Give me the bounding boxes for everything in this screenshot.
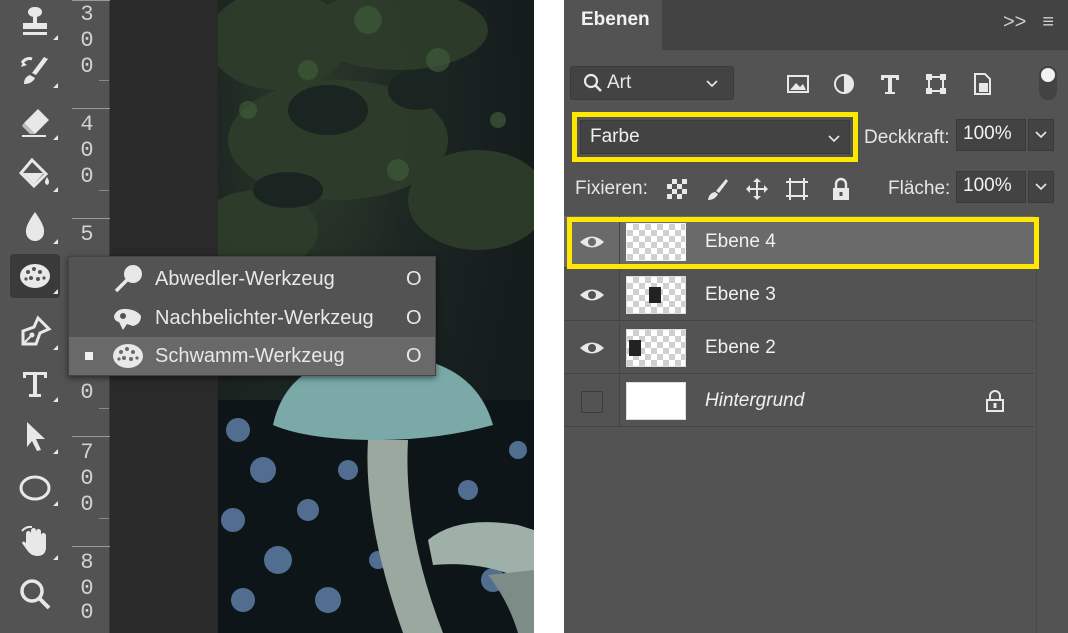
menu-item-shortcut: O (406, 344, 422, 367)
panel-header: Ebenen >> ≡ (564, 0, 1068, 50)
panel-menu-icon[interactable]: ≡ (1042, 11, 1054, 34)
lock-label: Fixieren: (575, 178, 648, 199)
chevron-down-icon (1035, 131, 1047, 139)
lock-icon (986, 390, 1004, 412)
chevron-down-icon (1035, 183, 1047, 191)
menu-item-label: Abwedler-Werkzeug (155, 267, 335, 290)
ruler-label: 8 (80, 550, 94, 575)
layer-name[interactable]: Ebene 2 (705, 337, 776, 359)
menu-item-label: Nachbelichter-Werkzeug (155, 306, 374, 329)
ruler-label: 4 (80, 112, 94, 137)
image-filter-icon[interactable] (786, 72, 810, 96)
chevron-down-icon (706, 80, 718, 88)
layer-name[interactable]: Ebene 3 (705, 284, 776, 306)
opacity-label: Deckkraft: (864, 127, 950, 148)
ruler-label: 5 (80, 222, 94, 247)
path-selection-tool-icon[interactable] (10, 414, 60, 458)
burn-tool-icon (114, 308, 141, 330)
type-tool-icon[interactable] (10, 362, 60, 406)
blend-mode-select[interactable]: Farbe (580, 120, 850, 154)
ruler-label: 0 (80, 54, 94, 79)
filter-toggle[interactable] (1039, 66, 1057, 100)
selected-layer-highlight (567, 217, 1039, 269)
sponge-tool-menu-item[interactable]: Schwamm-Werkzeug O (69, 337, 435, 375)
layer-thumbnail (626, 329, 686, 367)
layer-thumbnail (626, 382, 686, 420)
ruler-label: 0 (80, 576, 94, 601)
menu-item-shortcut: O (406, 267, 422, 290)
history-brush-tool-icon[interactable] (10, 48, 60, 92)
shape-filter-icon[interactable] (924, 72, 948, 96)
sponge-tool-icon[interactable] (10, 254, 60, 298)
lock-pixels-icon[interactable] (704, 176, 730, 202)
opacity-slider-button[interactable] (1028, 119, 1054, 151)
ellipse-tool-icon[interactable] (10, 466, 60, 510)
menu-item-shortcut: O (406, 306, 422, 329)
blur-tool-icon[interactable] (10, 204, 60, 248)
menu-item-label: Schwamm-Werkzeug (155, 344, 345, 367)
eye-icon[interactable] (578, 282, 606, 308)
pen-tool-icon[interactable] (10, 310, 60, 354)
dodge-tool-icon (114, 265, 142, 293)
eye-icon[interactable] (578, 335, 606, 361)
layer-thumbnail (626, 276, 686, 314)
photoshop-window: 3 0 0 4 0 0 5 0 7 0 0 8 0 0 Abwedler-Wer… (0, 0, 1068, 633)
paint-bucket-tool-icon[interactable] (10, 152, 60, 196)
layer-row[interactable]: Ebene 2 (564, 322, 1034, 374)
burn-tool-menu-item[interactable]: Nachbelichter-Werkzeug O (69, 299, 435, 337)
zoom-tool-icon[interactable] (10, 572, 60, 616)
image-gap (534, 0, 564, 633)
blend-mode-highlight: Farbe (572, 112, 858, 162)
fill-label: Fläche: (888, 178, 951, 199)
ruler-label: 0 (80, 380, 94, 405)
chevron-down-icon (828, 135, 840, 143)
visibility-toggle-off[interactable] (581, 391, 603, 413)
ruler-label: 0 (80, 164, 94, 189)
layers-panel: Ebenen >> ≡ Art Farbe Deckkraft: 100% Fi… (564, 0, 1068, 633)
filter-kind-value: Art (607, 72, 632, 93)
hand-tool-icon[interactable] (10, 520, 60, 564)
layer-name[interactable]: Hintergrund (705, 390, 804, 412)
selected-bullet (85, 352, 93, 360)
layer-row[interactable]: Hintergrund (564, 375, 1034, 427)
ruler-label: 7 (80, 440, 94, 465)
toolbar (0, 0, 72, 633)
fill-input[interactable]: 100% (956, 171, 1026, 203)
ruler-label: 0 (80, 466, 94, 491)
blend-mode-value: Farbe (590, 126, 640, 147)
filter-kind-select[interactable]: Art (570, 66, 734, 100)
ruler-label: 0 (80, 138, 94, 163)
layers-scrollbar[interactable] (1036, 216, 1068, 633)
stamp-tool-icon[interactable] (10, 0, 60, 44)
type-filter-icon[interactable] (878, 72, 902, 96)
ruler-label: 0 (80, 600, 94, 625)
fill-slider-button[interactable] (1028, 171, 1054, 203)
ruler-label: 3 (80, 2, 94, 27)
toning-tools-flyout: Abwedler-Werkzeug O Nachbelichter-Werkze… (68, 256, 436, 376)
dodge-tool-menu-item[interactable]: Abwedler-Werkzeug O (69, 260, 435, 298)
eraser-tool-icon[interactable] (10, 100, 60, 144)
lock-transparency-icon[interactable] (664, 176, 690, 202)
sponge-tool-icon (113, 344, 143, 368)
lock-artboard-icon[interactable] (784, 176, 810, 202)
adjustment-filter-icon[interactable] (832, 72, 856, 96)
tab-layers[interactable]: Ebenen (564, 0, 662, 50)
lock-position-icon[interactable] (744, 176, 770, 202)
smart-object-filter-icon[interactable] (970, 72, 994, 96)
ruler-label: 0 (80, 28, 94, 53)
collapse-panel-icon[interactable]: >> (1003, 11, 1026, 34)
opacity-input[interactable]: 100% (956, 119, 1026, 151)
ruler-label: 0 (80, 492, 94, 517)
search-icon (583, 73, 602, 92)
lock-all-icon[interactable] (828, 176, 854, 202)
layer-row[interactable]: Ebene 3 (564, 269, 1034, 321)
